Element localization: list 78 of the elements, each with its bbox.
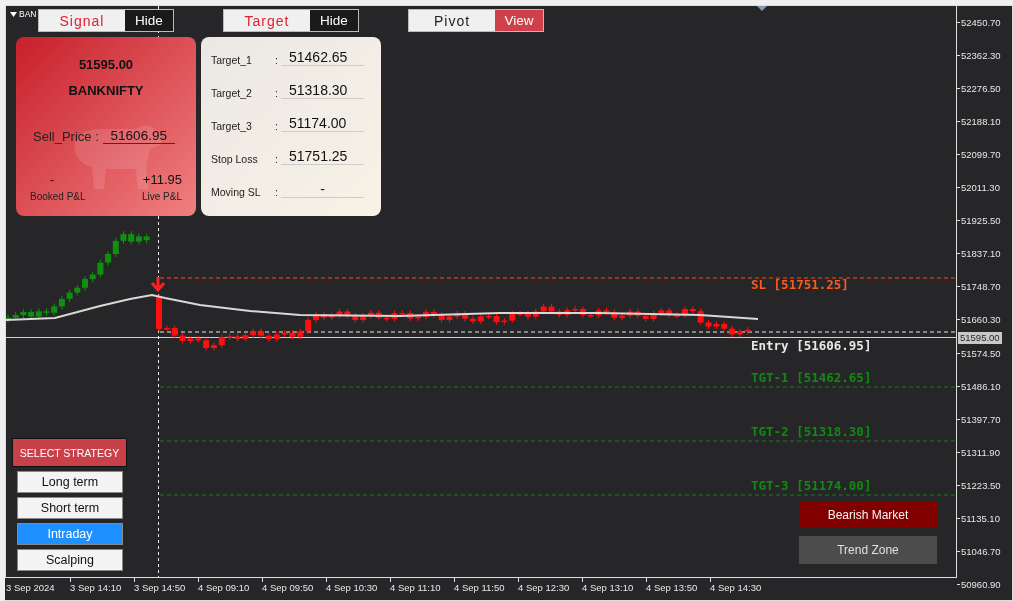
colon: : [275, 153, 279, 165]
level-label: TGT-1 [51462.65] [751, 370, 872, 385]
marker-icon [757, 6, 767, 11]
level-label: TGT-3 [51174.00] [751, 478, 872, 493]
time-axis-label: 4 Sep 09:50 [262, 582, 314, 593]
toggle-control[interactable]: Signal Hide [38, 9, 174, 32]
colon: : [275, 54, 279, 66]
time-axis-label: 3 Sep 14:10 [70, 582, 122, 593]
time-axis-label: 4 Sep 11:10 [390, 582, 441, 593]
market-trend-label: Bearish Market [799, 501, 937, 528]
booked-pnl-value: - [50, 172, 55, 187]
price-axis-label: 51223.50 [961, 479, 1001, 492]
target-value: 51318.30 [281, 82, 364, 99]
price-axis-label: 51135.10 [961, 512, 1000, 525]
live-pnl-label: Live P&L [141, 191, 182, 202]
time-axis-label: 4 Sep 13:10 [582, 582, 634, 593]
toggle-control[interactable]: Pivot View [408, 9, 544, 32]
toggle-label: Pivot [409, 10, 495, 31]
time-axis-label: 4 Sep 13:50 [646, 582, 698, 593]
colon: : [275, 87, 279, 99]
target-value: - [281, 181, 364, 198]
booked-pnl-label: Booked P&L [30, 191, 86, 202]
target-value: 51174.00 [281, 115, 364, 132]
strategy-option[interactable]: Scalping [17, 549, 123, 571]
price-axis-label: 51748.70 [961, 281, 1001, 294]
toggle-label: Target [224, 10, 310, 31]
target-label: Stop Loss [211, 153, 259, 165]
time-axis-label: 4 Sep 09:10 [198, 582, 250, 593]
trend-zone-label: Trend Zone [799, 536, 937, 564]
strategy-option[interactable]: Long term [17, 471, 123, 493]
hide-button[interactable]: Hide [310, 10, 358, 31]
time-axis-label: 4 Sep 14:30 [710, 582, 762, 593]
target-label: Target_1 [211, 54, 253, 66]
dropdown-arrow-icon [10, 11, 17, 17]
price-axis-label: 52362.30 [961, 50, 1001, 63]
price-axis-label: 52450.70 [961, 17, 1001, 29]
toggle-label: Signal [39, 10, 125, 31]
price-axis-label: 52276.50 [961, 83, 1001, 96]
price-value: 51595.00 [77, 57, 135, 72]
sell-price-label: Sell_Price : [33, 129, 99, 144]
price-axis-label: 50960.90 [961, 578, 1001, 591]
price-axis-label: 51925.50 [961, 215, 1001, 228]
time-axis-label: 4 Sep 12:30 [518, 582, 570, 593]
toggle-control[interactable]: Target Hide [223, 9, 359, 32]
level-label: SL [51751.25] [751, 277, 849, 292]
price-axis-label: 52188.10 [961, 116, 1001, 129]
level-label: Entry [51606.95] [751, 338, 872, 353]
price-axis-label: 51046.70 [961, 545, 1001, 558]
colon: : [275, 120, 279, 132]
target-label: Target_2 [211, 87, 253, 99]
price-axis-label: 51660.30 [961, 314, 1001, 327]
price-axis-label: 52011.30 [961, 182, 1000, 195]
target-value: 51462.65 [281, 49, 364, 66]
view-button[interactable]: View [495, 10, 543, 31]
strategy-option[interactable]: Short term [17, 497, 123, 519]
price-axis-label: 51311.90 [961, 446, 1000, 459]
sell-price-value: 51606.95 [102, 128, 175, 144]
price-axis-label: 51837.10 [961, 248, 1001, 261]
colon: : [275, 186, 279, 198]
time-axis-label: 4 Sep 11:50 [454, 582, 505, 593]
time-axis-label: 3 Sep 2024 [6, 582, 55, 593]
current-price-tag: 51595.00 [958, 332, 1002, 344]
symbol-label: BAN [19, 9, 37, 19]
price-axis-label: 51574.50 [961, 347, 1001, 360]
time-axis-label: 4 Sep 10:30 [326, 582, 378, 593]
live-pnl-value: +11.95 [142, 172, 182, 187]
level-label: TGT-2 [51318.30] [751, 424, 872, 439]
target-value: 51751.25 [281, 148, 364, 165]
symbol-title: BANKNIFTY [67, 83, 145, 98]
target-label: Target_3 [211, 120, 253, 132]
down-arrow-icon [150, 275, 166, 293]
hide-button[interactable]: Hide [125, 10, 173, 31]
price-axis-label: 51397.70 [961, 413, 1001, 426]
select-strategy-button[interactable]: SELECT STRATEGY [12, 438, 127, 467]
target-label: Moving SL [211, 186, 262, 198]
time-axis-label: 3 Sep 14:50 [134, 582, 186, 593]
price-axis-label: 52099.70 [961, 149, 1001, 162]
price-axis-label: 51486.10 [961, 380, 1001, 393]
